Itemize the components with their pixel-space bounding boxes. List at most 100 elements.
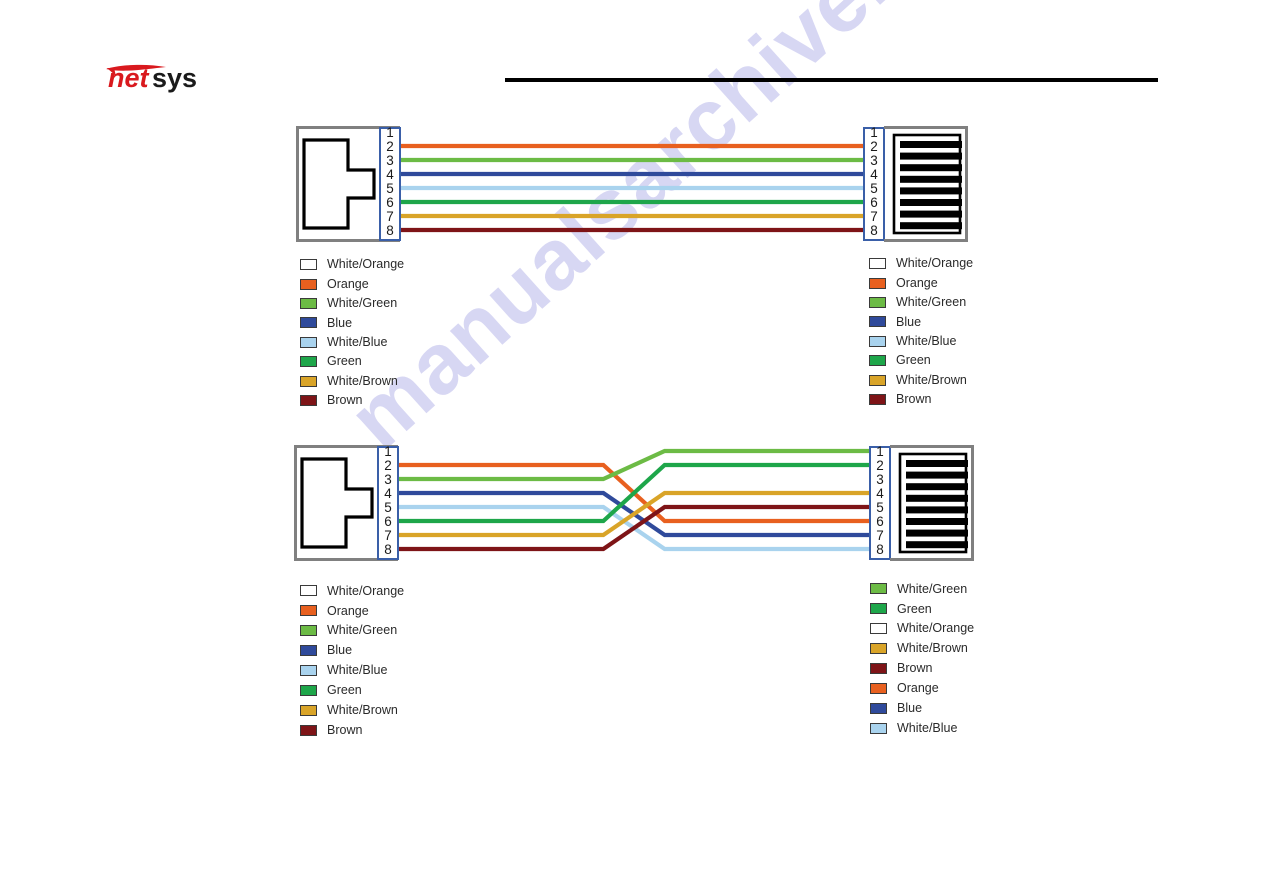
- pin-number: 3: [870, 153, 878, 168]
- legend-color-swatch: [869, 335, 886, 347]
- legend-color-swatch: [870, 643, 887, 655]
- legend-item: White/Blue: [300, 333, 404, 352]
- legend-color-swatch: [869, 258, 886, 270]
- pin-number: 3: [876, 472, 884, 487]
- rj45-jack: [884, 126, 968, 242]
- pin-number: 8: [384, 542, 392, 557]
- legend-color-swatch: [870, 682, 887, 694]
- legend-label: Blue: [327, 315, 353, 330]
- crossover-cable-diagram: 1234567812345678: [294, 445, 974, 563]
- legend-color-swatch: [300, 605, 317, 617]
- legend-item: White/Orange: [870, 619, 974, 639]
- legend-label: White/Blue: [327, 663, 388, 678]
- legend-item: White/Brown: [869, 370, 973, 389]
- pin-number: 7: [384, 528, 392, 543]
- pin-number: 7: [876, 528, 884, 543]
- legend-item: White/Orange: [300, 581, 404, 601]
- pin-number: 6: [384, 514, 392, 529]
- legend-item: White/Blue: [300, 661, 404, 681]
- legend-label: Green: [327, 683, 362, 698]
- legend-color-swatch: [300, 645, 317, 657]
- legend-item: Blue: [300, 641, 404, 661]
- legend-color-swatch: [869, 393, 886, 405]
- pin-number: 4: [384, 486, 392, 501]
- legend-item: White/Green: [870, 579, 974, 599]
- pin-number: 5: [870, 181, 878, 196]
- pin-number: 4: [870, 167, 878, 182]
- svg-text:net: net: [108, 63, 150, 93]
- legend-color-swatch: [300, 259, 317, 271]
- legend-color-swatch: [300, 724, 317, 736]
- rj45-plug-outline: [302, 138, 376, 230]
- legend-color-swatch: [300, 665, 317, 676]
- straight-through-cable-diagram: 1234567812345678: [296, 126, 968, 244]
- legend-item: Blue: [869, 312, 973, 331]
- netsys-logo: net sys: [104, 57, 224, 97]
- legend-label: White/Orange: [327, 257, 405, 272]
- legend-color-swatch: [300, 394, 317, 406]
- legend-label: White/Brown: [327, 373, 398, 388]
- legend-label: White/Blue: [896, 334, 957, 348]
- legend-color-swatch: [300, 356, 317, 368]
- legend-item: White/Orange: [300, 255, 404, 274]
- wire-bundle: [400, 143, 864, 233]
- legend-label: White/Orange: [896, 256, 974, 271]
- legend-color-swatch: [300, 278, 317, 290]
- pin-number: 6: [870, 195, 878, 210]
- legend-item: Orange: [300, 601, 404, 621]
- pin-number: 5: [876, 500, 884, 515]
- legend-color-swatch: [870, 722, 887, 734]
- legend-item: Blue: [300, 313, 404, 332]
- legend-item: White/Brown: [300, 700, 404, 720]
- legend-color-swatch: [870, 603, 887, 615]
- legend-label: Orange: [327, 276, 369, 291]
- legend-color-swatch: [869, 296, 886, 308]
- legend-item: Blue: [870, 698, 974, 718]
- legend-item: Brown: [870, 659, 974, 679]
- legend-item: Brown: [300, 391, 404, 410]
- legend-label: Green: [896, 353, 931, 368]
- legend-color-swatch: [870, 663, 887, 674]
- legend-color-swatch: [300, 625, 317, 637]
- header-rule: [505, 78, 1158, 82]
- pin-number: 8: [870, 223, 878, 238]
- legend-label: White/Green: [327, 623, 398, 638]
- legend-item: White/Blue: [870, 718, 974, 738]
- legend-item: White/Brown: [870, 639, 974, 659]
- legend-item: Brown: [869, 390, 973, 409]
- legend-label: Green: [897, 601, 932, 616]
- legend-label: White/Orange: [327, 583, 405, 598]
- legend-item: Green: [869, 351, 973, 370]
- netsys-logo-graphic: net sys: [106, 63, 197, 93]
- legend-label: Blue: [897, 701, 923, 716]
- pin-number: 1: [386, 126, 394, 140]
- right-pin-column: 12345678: [863, 126, 885, 241]
- pin-number: 2: [384, 458, 392, 473]
- legend-label: Blue: [896, 314, 922, 329]
- legend-label: White/Green: [896, 295, 967, 310]
- legend-item: Green: [870, 599, 974, 619]
- pin-number: 1: [870, 126, 878, 140]
- pin-number: 3: [384, 472, 392, 487]
- pin-number: 1: [384, 445, 392, 459]
- legend-color-swatch: [870, 623, 887, 635]
- legend-item: White/Orange: [869, 254, 973, 273]
- right-pin-column: 12345678: [869, 445, 891, 560]
- pin-number: 2: [386, 139, 394, 154]
- legend-color-swatch: [300, 704, 317, 716]
- legend-label: White/Brown: [896, 372, 967, 387]
- legend-item: Green: [300, 680, 404, 700]
- pin-number: 2: [870, 139, 878, 154]
- pin-number: 4: [386, 167, 394, 182]
- pin-number: 7: [386, 209, 394, 224]
- legend-item: Brown: [300, 720, 404, 740]
- legend-item: White/Green: [869, 293, 973, 312]
- legend-label: Brown: [327, 722, 363, 737]
- legend-label: White/Green: [327, 296, 398, 311]
- straight-through-left-legend: White/Orange Orange White/Green Blue White/B…: [300, 255, 404, 410]
- legend-item: Orange: [869, 273, 973, 292]
- pin-number: 2: [876, 458, 884, 473]
- left-pin-column: 12345678: [379, 126, 401, 241]
- legend-color-swatch: [870, 583, 887, 595]
- cable-diagram-graphic: 1234567812345678: [294, 445, 974, 561]
